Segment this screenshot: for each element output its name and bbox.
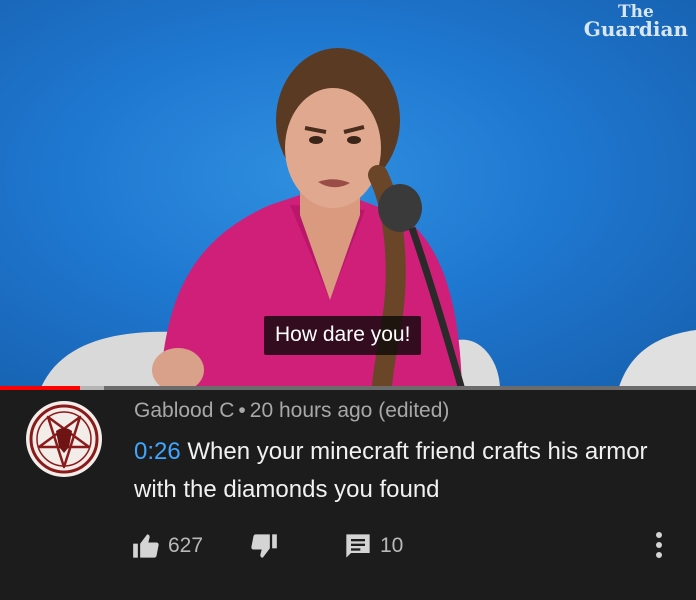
- avatar[interactable]: [26, 401, 102, 477]
- thumbs-down-icon: [251, 534, 277, 558]
- reply-count: 10: [380, 534, 404, 557]
- progress-played: [0, 386, 81, 390]
- meta-separator: •: [238, 399, 246, 422]
- progress-bar[interactable]: [0, 386, 696, 390]
- comment-text: 0:26 When your minecraft friend crafts h…: [134, 433, 674, 509]
- comment-actions: 627 10: [132, 529, 692, 565]
- pentagram-icon: [29, 404, 99, 474]
- guardian-watermark: The Guardian: [583, 4, 688, 41]
- comment-time: 20 hours ago (edited): [249, 399, 450, 422]
- timestamp-link[interactable]: 0:26: [134, 438, 181, 465]
- like-button[interactable]: 627: [132, 529, 203, 563]
- more-vertical-icon[interactable]: [654, 532, 664, 562]
- video-player[interactable]: The Guardian How dare you!: [0, 0, 696, 390]
- comment-body: When your minecraft friend crafts his ar…: [134, 438, 648, 503]
- watermark-line-2: Guardian: [583, 17, 688, 41]
- video-caption: How dare you!: [264, 316, 422, 355]
- thumbs-up-icon: [133, 534, 159, 558]
- comment-author[interactable]: Gablood C: [134, 399, 234, 422]
- progress-buffered: [80, 386, 105, 390]
- comment-meta: Gablood C • 20 hours ago (edited): [134, 399, 449, 423]
- comment-icon: [346, 534, 370, 558]
- comment-card: Gablood C • 20 hours ago (edited) 0:26 Whe…: [0, 391, 696, 600]
- like-count: 627: [168, 534, 204, 557]
- reply-button[interactable]: 10: [344, 529, 403, 563]
- dislike-button[interactable]: [250, 529, 278, 563]
